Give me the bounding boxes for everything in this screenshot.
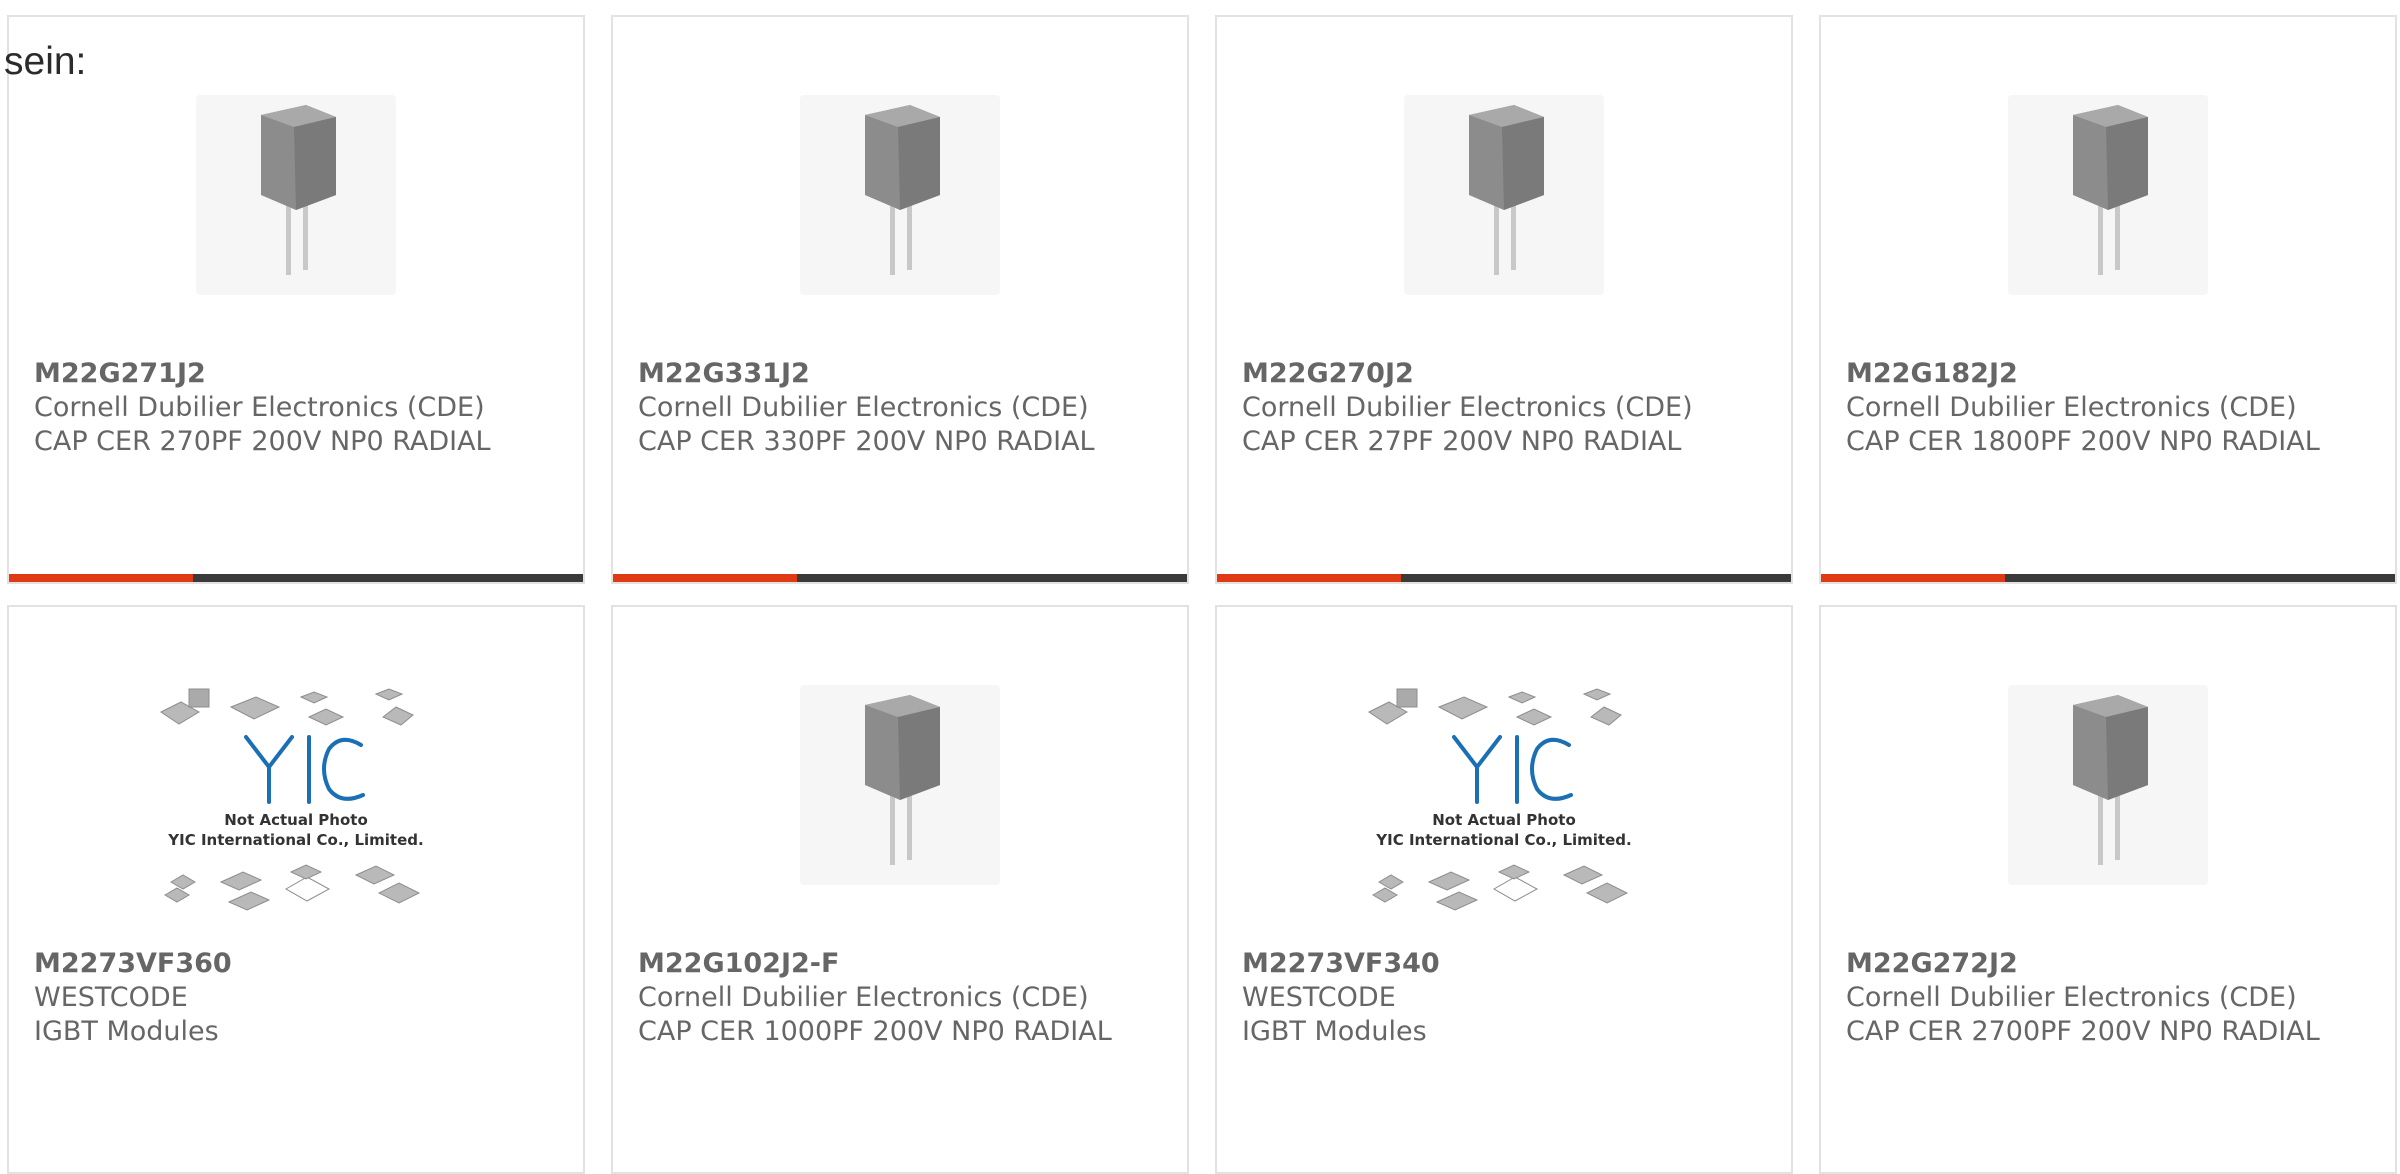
- part-number-link[interactable]: M22G272J2: [1846, 947, 2375, 981]
- manufacturer-name: Cornell Dubilier Electronics (CDE): [1846, 982, 2297, 1013]
- product-info: M22G182J2 Cornell Dubilier Electronics (…: [1846, 357, 2375, 459]
- placeholder-caption-line2: YIC International Co., Limited.: [1375, 831, 1631, 849]
- product-description: CAP CER 1000PF 200V NP0 RADIAL: [638, 1016, 1112, 1047]
- placeholder-caption-line1: Not Actual Photo: [224, 811, 368, 829]
- radial-capacitor-photo: [800, 95, 1000, 295]
- product-info: M22G272J2 Cornell Dubilier Electronics (…: [1846, 947, 2375, 1049]
- manufacturer-name: WESTCODE: [34, 982, 188, 1013]
- product-info: M22G271J2 Cornell Dubilier Electronics (…: [34, 357, 563, 459]
- product-description: IGBT Modules: [34, 1016, 219, 1047]
- radial-capacitor-photo: [196, 95, 396, 295]
- product-description: CAP CER 2700PF 200V NP0 RADIAL: [1846, 1016, 2320, 1047]
- part-number-link[interactable]: M2273VF360: [34, 947, 563, 981]
- product-info: M22G331J2 Cornell Dubilier Electronics (…: [638, 357, 1167, 459]
- product-card[interactable]: Not Actual Photo YIC International Co., …: [1215, 605, 1793, 1174]
- manufacturer-name: Cornell Dubilier Electronics (CDE): [34, 392, 485, 423]
- radial-capacitor-photo: [800, 685, 1000, 885]
- product-info: M2273VF340 WESTCODE IGBT Modules: [1242, 947, 1771, 1049]
- radial-capacitor-photo: [1404, 95, 1604, 295]
- manufacturer-name: Cornell Dubilier Electronics (CDE): [638, 392, 1089, 423]
- product-description: IGBT Modules: [1242, 1016, 1427, 1047]
- part-number-link[interactable]: M22G331J2: [638, 357, 1167, 391]
- placeholder-caption-line1: Not Actual Photo: [1432, 811, 1576, 829]
- product-card[interactable]: M22G270J2 Cornell Dubilier Electronics (…: [1215, 15, 1793, 584]
- product-card[interactable]: M22G102J2-F Cornell Dubilier Electronics…: [611, 605, 1189, 1174]
- product-description: CAP CER 1800PF 200V NP0 RADIAL: [1846, 426, 2320, 457]
- product-info: M2273VF360 WESTCODE IGBT Modules: [34, 947, 563, 1049]
- yic-placeholder-photo: Not Actual Photo YIC International Co., …: [151, 667, 441, 927]
- card-accent-bar: [1821, 574, 2395, 582]
- product-card[interactable]: M22G272J2 Cornell Dubilier Electronics (…: [1819, 605, 2397, 1174]
- part-number-link[interactable]: M22G270J2: [1242, 357, 1771, 391]
- part-number-link[interactable]: M22G102J2-F: [638, 947, 1167, 981]
- radial-capacitor-photo: [2008, 685, 2208, 885]
- card-accent-bar: [9, 574, 583, 582]
- yic-placeholder-photo: Not Actual Photo YIC International Co., …: [1359, 667, 1649, 927]
- manufacturer-name: Cornell Dubilier Electronics (CDE): [638, 982, 1089, 1013]
- manufacturer-name: WESTCODE: [1242, 982, 1396, 1013]
- product-card[interactable]: M22G182J2 Cornell Dubilier Electronics (…: [1819, 15, 2397, 584]
- product-description: CAP CER 27PF 200V NP0 RADIAL: [1242, 426, 1682, 457]
- placeholder-caption-line2: YIC International Co., Limited.: [167, 831, 423, 849]
- radial-capacitor-photo: [2008, 95, 2208, 295]
- section-heading: sein:: [4, 40, 87, 83]
- card-accent-bar: [1217, 574, 1791, 582]
- product-card[interactable]: Not Actual Photo YIC International Co., …: [7, 605, 585, 1174]
- part-number-link[interactable]: M2273VF340: [1242, 947, 1771, 981]
- product-info: M22G102J2-F Cornell Dubilier Electronics…: [638, 947, 1167, 1049]
- manufacturer-name: Cornell Dubilier Electronics (CDE): [1242, 392, 1693, 423]
- product-info: M22G270J2 Cornell Dubilier Electronics (…: [1242, 357, 1771, 459]
- card-accent-bar: [613, 574, 1187, 582]
- manufacturer-name: Cornell Dubilier Electronics (CDE): [1846, 392, 2297, 423]
- part-number-link[interactable]: M22G182J2: [1846, 357, 2375, 391]
- product-card[interactable]: M22G271J2 Cornell Dubilier Electronics (…: [7, 15, 585, 584]
- product-card[interactable]: M22G331J2 Cornell Dubilier Electronics (…: [611, 15, 1189, 584]
- product-description: CAP CER 270PF 200V NP0 RADIAL: [34, 426, 491, 457]
- product-description: CAP CER 330PF 200V NP0 RADIAL: [638, 426, 1095, 457]
- part-number-link[interactable]: M22G271J2: [34, 357, 563, 391]
